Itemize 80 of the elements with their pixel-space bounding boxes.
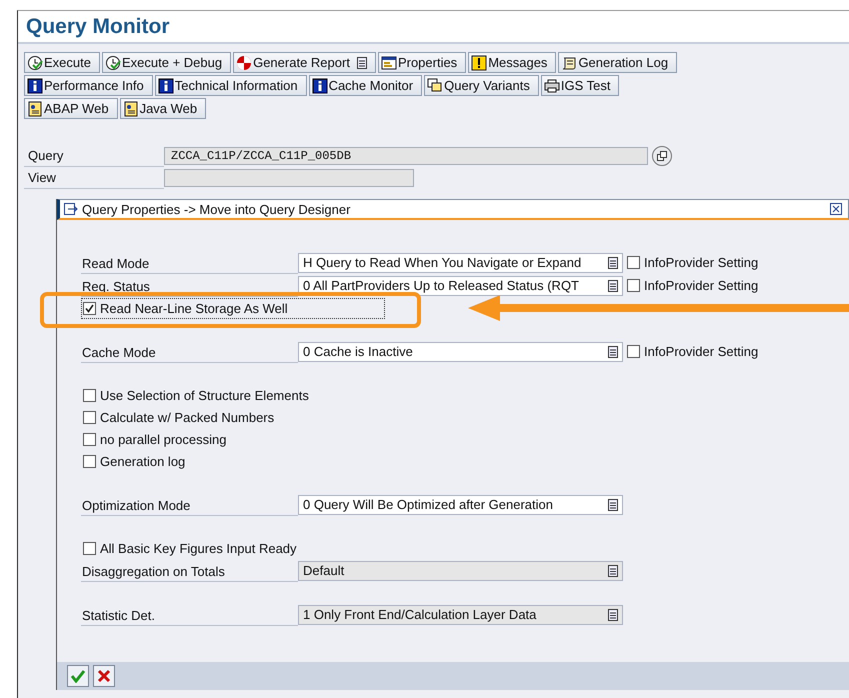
dropdown-field[interactable]: 0 All PartProviders Up to Released Status (RQT xyxy=(298,276,623,296)
info-icon xyxy=(158,78,174,94)
toolbar-button[interactable]: Execute xyxy=(24,52,100,73)
dialog-title: Query Properties -> Move into Query Designer xyxy=(82,202,352,216)
toolbar-button[interactable]: Generate Report xyxy=(233,52,376,73)
scroll-icon xyxy=(561,54,578,70)
printer-icon xyxy=(544,78,560,94)
checkbox[interactable] xyxy=(83,432,96,446)
arrow-into-box-icon xyxy=(64,203,78,215)
field-label: Req. Status xyxy=(81,274,298,296)
checkbox[interactable] xyxy=(627,345,640,358)
field-label: Optimization Mode xyxy=(81,494,298,516)
cancel-button[interactable] xyxy=(93,665,115,687)
checkmark-icon xyxy=(85,304,94,312)
toolbar-button[interactable]: Technical Information xyxy=(154,75,307,96)
checkbox-label: Use Selection of Structure Elements xyxy=(100,388,309,402)
toolbar-button[interactable]: Java Web xyxy=(120,98,206,119)
toolbar-button[interactable]: Performance Info xyxy=(24,75,153,96)
checkbox[interactable] xyxy=(83,454,96,468)
windows-icon xyxy=(427,78,444,94)
toolbar-button[interactable]: Properties xyxy=(378,52,466,73)
checkbox-option[interactable]: no parallel processing xyxy=(81,428,324,450)
checkbox-option[interactable]: All Basic Key Figures Input Ready xyxy=(81,538,394,558)
window-icon xyxy=(380,54,397,70)
info-icon xyxy=(27,78,43,94)
close-icon xyxy=(97,669,111,683)
checkbox-label: Calculate w/ Packed Numbers xyxy=(100,410,274,424)
checkbox-label: InfoProvider Setting xyxy=(644,278,758,293)
document-icon xyxy=(122,100,139,116)
list-icon xyxy=(608,280,618,292)
list-icon xyxy=(608,346,618,358)
toolbar-button[interactable]: Cache Monitor xyxy=(308,75,422,96)
field-label: Cache Mode xyxy=(81,340,298,362)
toolbar-button[interactable]: Query Variants xyxy=(424,75,539,96)
checkbox-label: Generation log xyxy=(100,454,186,468)
toolbar-button[interactable]: ABAP Web xyxy=(24,98,118,119)
checkbox-option[interactable]: Read Near-Line Storage As Well xyxy=(81,298,385,318)
checkbox[interactable] xyxy=(83,302,96,314)
close-icon[interactable] xyxy=(830,203,842,215)
list-icon xyxy=(356,56,367,68)
list-icon xyxy=(608,256,618,268)
input-field[interactable] xyxy=(164,169,414,187)
list-icon xyxy=(608,608,618,620)
checkbox-option[interactable]: Generation log xyxy=(81,450,282,472)
value-help-button[interactable] xyxy=(652,146,672,166)
toolbar-button[interactable]: IGS Test xyxy=(540,75,620,96)
target-icon xyxy=(236,54,252,70)
windows-icon xyxy=(657,151,667,161)
checkbox-label: All Basic Key Figures Input Ready xyxy=(100,540,297,556)
checkbox[interactable] xyxy=(83,542,96,554)
dropdown-field[interactable]: H Query to Read When You Navigate or Expand xyxy=(298,252,623,272)
toolbar-button[interactable]: Generation Log xyxy=(558,52,678,73)
dropdown-field[interactable]: 0 Query Will Be Optimized after Generation xyxy=(298,494,623,514)
list-icon xyxy=(608,498,618,510)
field-label: Disaggregation on Totals xyxy=(81,560,298,582)
dropdown-field[interactable]: 0 Cache is Inactive xyxy=(298,342,623,362)
toolbar-button[interactable]: Messages xyxy=(468,52,556,73)
input-field[interactable]: ZCCA_C11P/ZCCA_C11P_005DB xyxy=(164,147,648,165)
checkbox-label: Read Near-Line Storage As Well xyxy=(100,300,288,316)
toolbar-button[interactable]: Execute + Debug xyxy=(102,52,232,73)
list-icon xyxy=(608,564,618,576)
checkbox[interactable] xyxy=(627,256,640,269)
confirm-button[interactable] xyxy=(67,665,89,687)
field-label: Statistic Det. xyxy=(81,604,298,626)
checkbox-label: InfoProvider Setting xyxy=(644,344,758,359)
warning-icon xyxy=(471,54,488,70)
checkbox[interactable] xyxy=(83,388,96,402)
page-title: Query Monitor xyxy=(26,14,170,38)
clock-icon xyxy=(104,54,121,70)
checkbox[interactable] xyxy=(627,279,640,292)
checkbox-label: InfoProvider Setting xyxy=(644,255,758,270)
clock-icon xyxy=(27,54,43,70)
checkbox[interactable] xyxy=(83,410,96,424)
info-icon xyxy=(312,78,328,94)
checkbox-option[interactable]: Use Selection of Structure Elements xyxy=(81,384,406,406)
checkbox-option[interactable]: Calculate w/ Packed Numbers xyxy=(81,406,372,428)
checkbox-label: no parallel processing xyxy=(100,432,226,446)
checkmark-icon xyxy=(70,669,86,683)
document-icon xyxy=(27,100,43,116)
field-label: Read Mode xyxy=(81,252,298,274)
